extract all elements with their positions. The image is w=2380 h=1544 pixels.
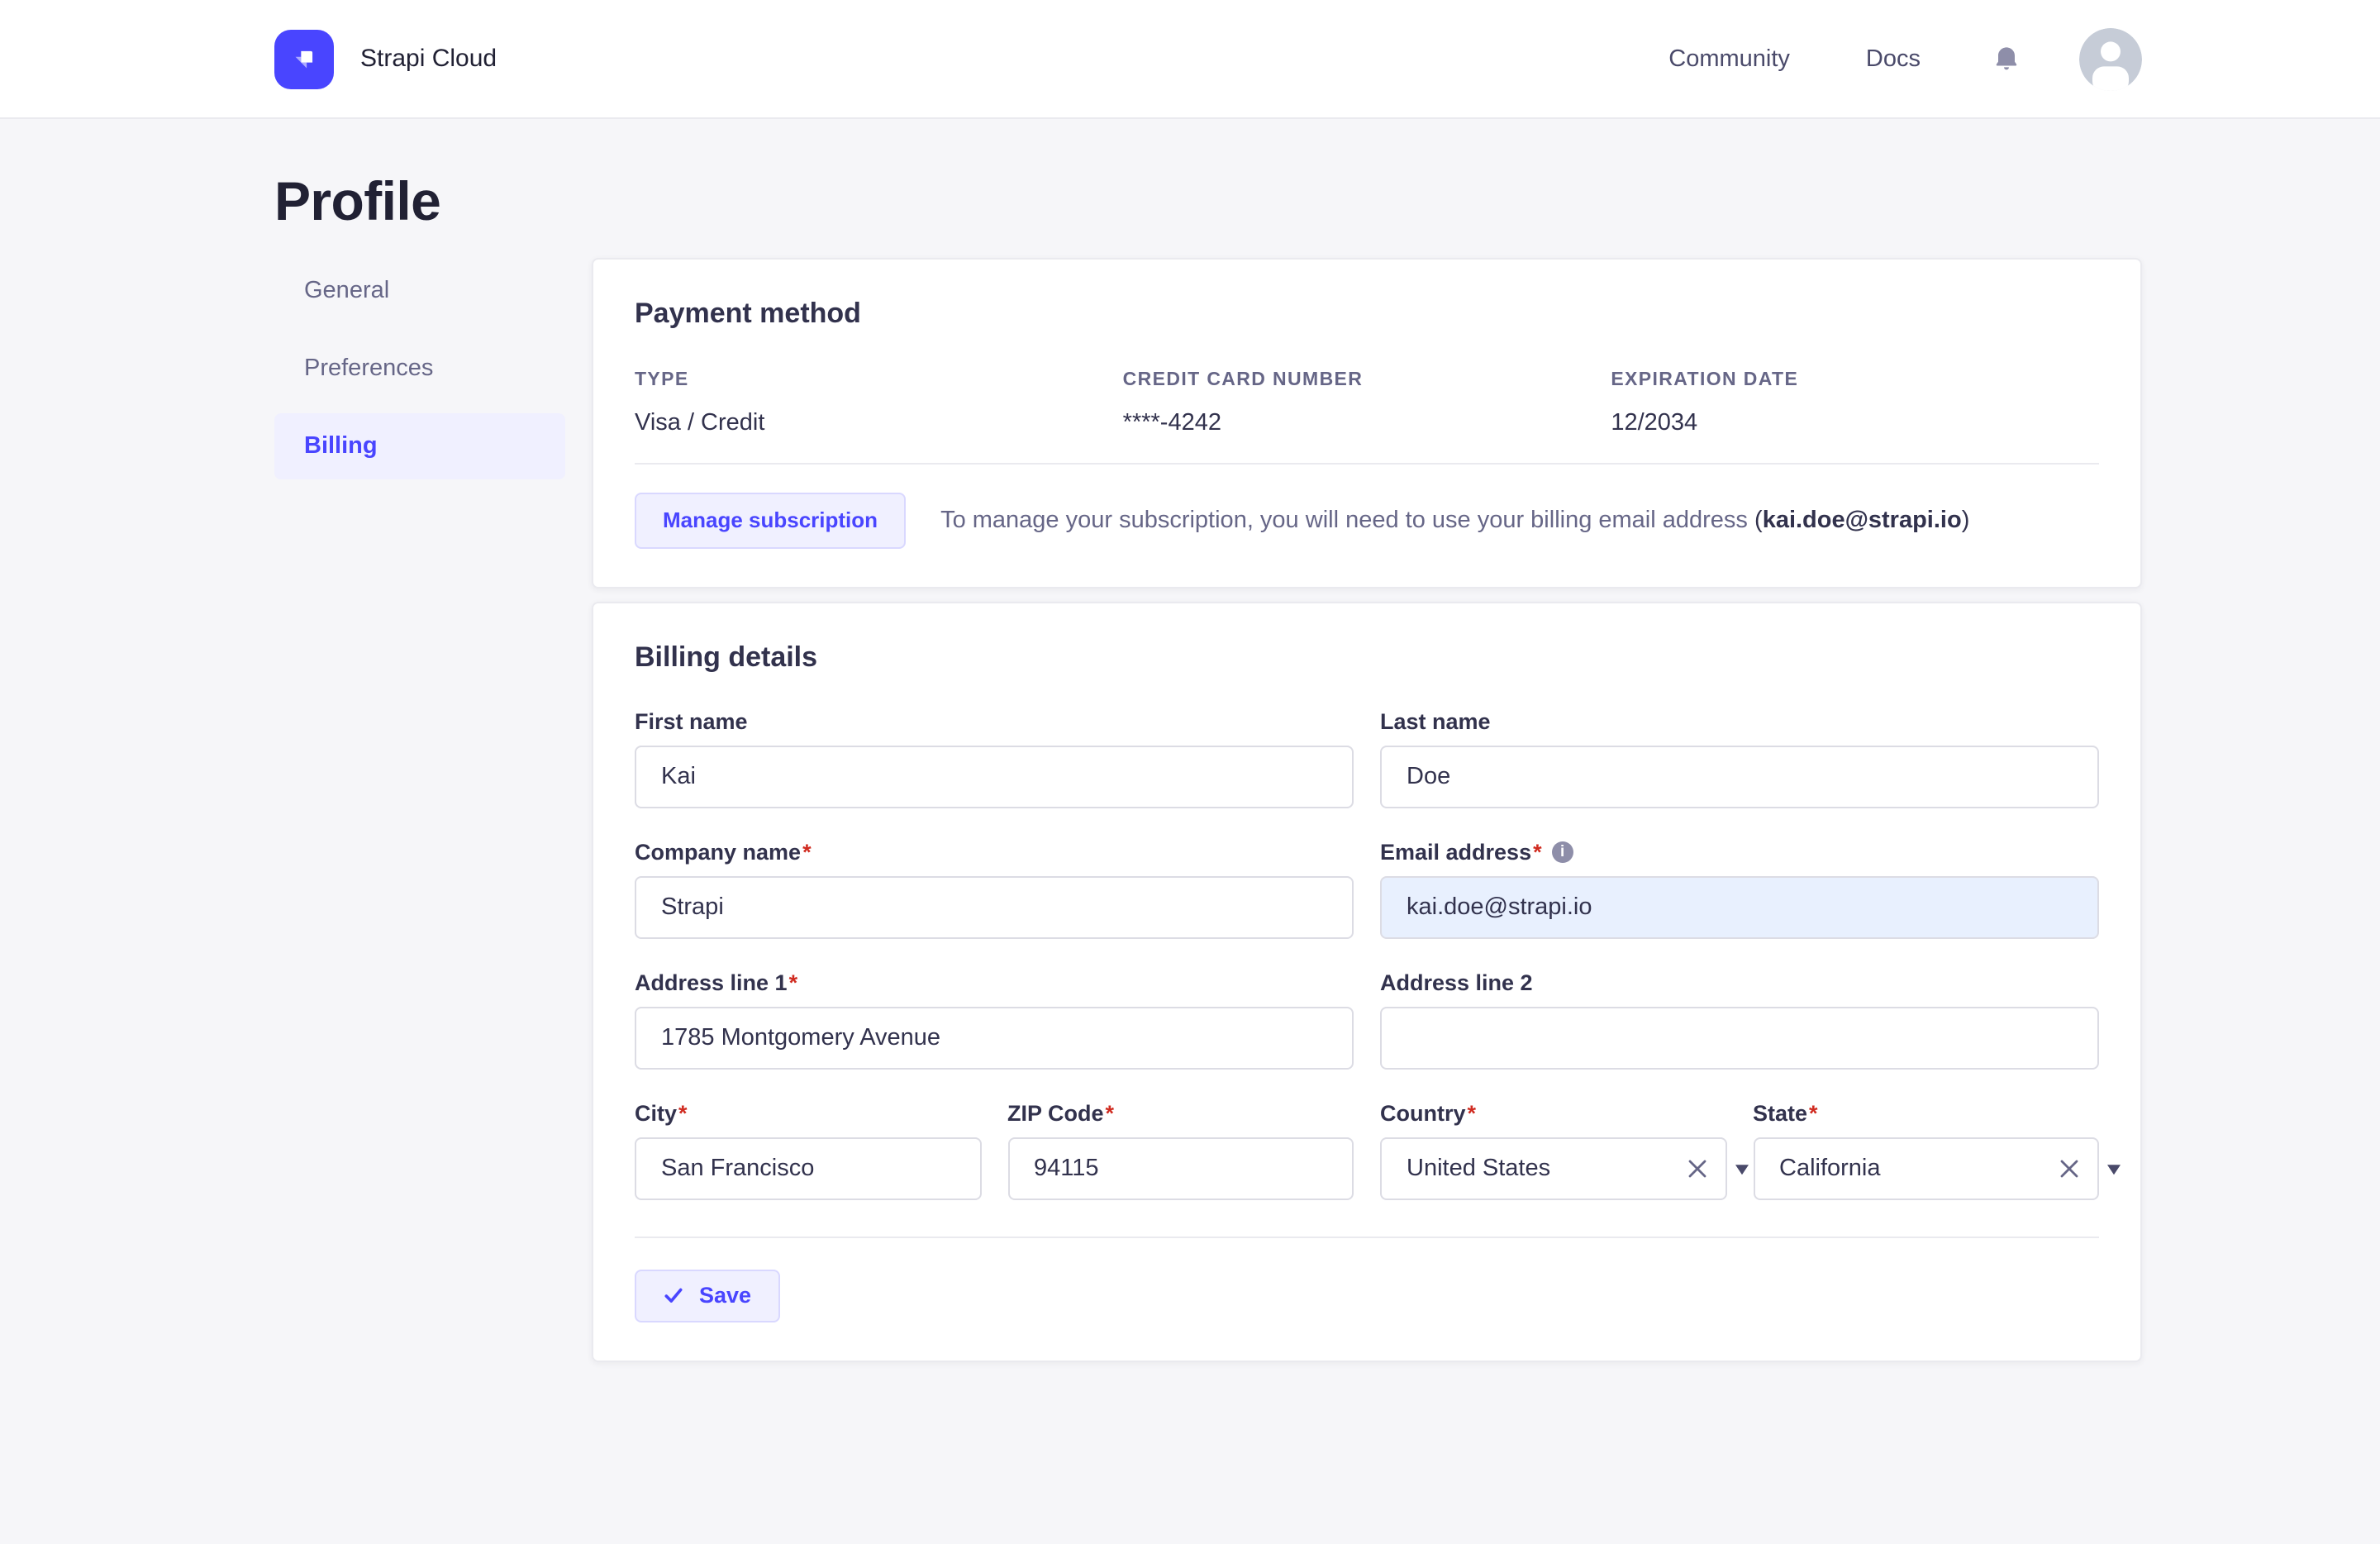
sidebar-item-general[interactable]: General xyxy=(274,257,565,323)
payment-method-card: Payment method TYPE Visa / Credit CREDIT… xyxy=(592,257,2142,589)
nav-docs[interactable]: Docs xyxy=(1866,45,1921,72)
nav-community[interactable]: Community xyxy=(1668,45,1790,72)
zip-input[interactable] xyxy=(1007,1137,1354,1200)
city-label: City xyxy=(635,1100,688,1127)
address1-field-group: Address line 1 xyxy=(635,970,1354,1070)
brand-name: Strapi Cloud xyxy=(360,45,497,73)
state-clear-button[interactable] xyxy=(2054,1153,2084,1183)
main-content: Profile General Preferences Billing Paym… xyxy=(274,169,2142,1362)
company-input[interactable] xyxy=(635,875,1354,939)
payment-type-label: TYPE xyxy=(635,369,689,390)
company-label: Company name xyxy=(635,839,812,865)
page: Strapi Cloud Community Docs Profile Gene… xyxy=(0,0,2380,1544)
expiration-value: 12/2034 xyxy=(1611,409,1698,436)
clear-x-icon xyxy=(1685,1156,1708,1179)
last-name-input[interactable] xyxy=(1380,745,2099,808)
notifications-button[interactable] xyxy=(1990,42,2023,75)
country-combobox xyxy=(1380,1137,1748,1200)
email-input[interactable] xyxy=(1380,875,2099,939)
avatar-icon xyxy=(2079,27,2142,90)
expiration-label: EXPIRATION DATE xyxy=(1611,369,1799,390)
sidebar-item-preferences[interactable]: Preferences xyxy=(274,335,565,401)
save-button[interactable]: Save xyxy=(635,1269,780,1322)
check-icon xyxy=(663,1284,684,1306)
clear-x-icon xyxy=(2058,1156,2081,1179)
profile-sidebar: General Preferences Billing xyxy=(274,257,565,490)
last-name-field-group: Last name xyxy=(1380,708,2099,808)
address1-label: Address line 1 xyxy=(635,970,797,996)
state-select[interactable] xyxy=(1753,1137,2099,1200)
email-field-group: Email address xyxy=(1380,839,2099,939)
city-input[interactable] xyxy=(635,1137,981,1200)
state-combobox xyxy=(1753,1137,2121,1200)
address2-input[interactable] xyxy=(1380,1006,2099,1070)
country-clear-button[interactable] xyxy=(1682,1153,1711,1183)
payment-type-value: Visa / Credit xyxy=(635,409,765,436)
first-name-input[interactable] xyxy=(635,745,1354,808)
payment-method-title: Payment method xyxy=(635,297,861,329)
payment-method-summary: TYPE Visa / Credit CREDIT CARD NUMBER **… xyxy=(635,369,2099,436)
page-title: Profile xyxy=(274,170,441,231)
avatar[interactable] xyxy=(2079,27,2142,90)
state-caret-icon[interactable] xyxy=(2107,1164,2121,1175)
save-button-label: Save xyxy=(699,1283,752,1308)
country-select[interactable] xyxy=(1380,1137,1726,1200)
card-divider xyxy=(635,462,2099,465)
first-name-field-group: First name xyxy=(635,708,1354,808)
payment-type-column: TYPE Visa / Credit xyxy=(635,369,1123,436)
city-field-group: City xyxy=(635,1100,981,1200)
address1-input[interactable] xyxy=(635,1006,1354,1070)
email-label: Email address xyxy=(1380,839,1542,865)
country-field-group: Country xyxy=(1380,1100,1748,1200)
first-name-label: First name xyxy=(635,708,748,734)
company-field-group: Company name xyxy=(635,839,1354,939)
form-divider xyxy=(635,1236,2099,1238)
billing-email-text: kai.doe@strapi.io xyxy=(1762,507,1962,534)
card-number-label: CREDIT CARD NUMBER xyxy=(1122,369,1364,390)
top-nav: Strapi Cloud Community Docs xyxy=(0,0,2380,119)
manage-subscription-button[interactable]: Manage subscription xyxy=(635,492,907,549)
billing-details-card: Billing details First name Last name xyxy=(592,601,2142,1362)
billing-details-title: Billing details xyxy=(635,641,818,673)
bell-icon xyxy=(1990,42,2023,75)
expiration-column: EXPIRATION DATE 12/2034 xyxy=(1611,369,2099,436)
zip-field-group: ZIP Code xyxy=(1007,1100,1354,1200)
brand-link[interactable]: Strapi Cloud xyxy=(274,29,497,88)
address2-label: Address line 2 xyxy=(1380,970,1533,995)
zip-label: ZIP Code xyxy=(1007,1100,1114,1127)
country-label: Country xyxy=(1380,1100,1476,1127)
last-name-label: Last name xyxy=(1380,708,1491,734)
billing-panel: Payment method TYPE Visa / Credit CREDIT… xyxy=(592,257,2142,1362)
state-label: State xyxy=(1753,1100,1818,1127)
sidebar-item-billing[interactable]: Billing xyxy=(274,412,565,479)
info-icon[interactable] xyxy=(1551,841,1573,864)
card-number-column: CREDIT CARD NUMBER ****-4242 xyxy=(1123,369,1611,436)
state-field-group: State xyxy=(1753,1100,2121,1200)
card-number-value: ****-4242 xyxy=(1122,409,1221,436)
subscription-note: To manage your subscription, you will ne… xyxy=(940,507,1970,534)
address2-field-group: Address line 2 xyxy=(1380,970,2099,1070)
strapi-logo-icon xyxy=(274,29,334,88)
country-caret-icon[interactable] xyxy=(1735,1164,1748,1175)
